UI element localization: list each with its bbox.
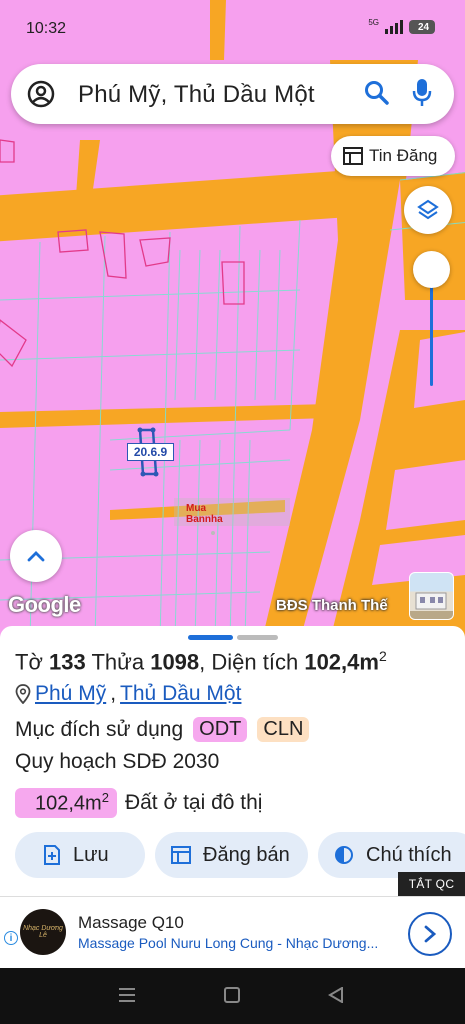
area-breakdown: 102,4m2 Đất ở tại đô thị	[15, 788, 262, 818]
close-ad-button[interactable]: TẮT QC	[398, 872, 465, 896]
search-input[interactable]: Phú Mỹ, Thủ Dầu Một	[78, 81, 315, 109]
tin-dang-label: Tin Đăng	[369, 146, 438, 165]
area-description: Đất ở tại đô thị	[124, 790, 263, 814]
google-logo: Google	[8, 592, 81, 617]
location-separator: ,	[110, 682, 117, 705]
sheet-handle-active[interactable]	[188, 635, 233, 640]
location-pin-icon	[15, 684, 31, 704]
listing-icon	[343, 147, 363, 165]
listing-icon	[171, 846, 191, 864]
battery-icon: 24	[409, 20, 435, 34]
layers-button[interactable]	[404, 186, 452, 234]
add-bookmark-icon	[44, 845, 60, 865]
back-icon[interactable]	[328, 987, 344, 1003]
area-chip: 102,4m2	[15, 788, 117, 818]
network-type: 5G	[368, 17, 379, 27]
city-link[interactable]: Thủ Dầu Một	[120, 682, 241, 706]
sheet-handle-inactive[interactable]	[237, 635, 278, 640]
ad-open-button[interactable]	[408, 912, 452, 956]
expand-up-button[interactable]	[10, 530, 62, 582]
info-icon[interactable]: i	[4, 931, 18, 945]
account-icon[interactable]	[27, 80, 55, 108]
purpose-tag-odt[interactable]: ODT	[193, 717, 248, 742]
ward-link[interactable]: Phú Mỹ	[35, 682, 106, 706]
post-sale-button[interactable]: Đăng bán	[155, 832, 308, 878]
search-icon[interactable]	[364, 80, 390, 106]
ad-description[interactable]: Massage Pool Nuru Long Cung - Nhạc Dương…	[78, 935, 396, 951]
signal-icon	[385, 20, 403, 34]
parcel-location: Phú Mỹ, Thủ Dầu Một	[15, 682, 241, 706]
tin-dang-button[interactable]: Tin Đăng	[331, 136, 455, 176]
chevron-right-icon	[424, 925, 437, 943]
purpose-tag-cln[interactable]: CLN	[257, 717, 310, 742]
ad-title[interactable]: Massage Q10	[78, 913, 184, 933]
parcel-title: Tờ 133 Thửa 1098, Diện tích 102,4m2	[15, 648, 387, 675]
purpose-label: Mục đích sử dụng	[15, 717, 184, 741]
save-button[interactable]: Lưu	[15, 832, 145, 878]
plan-label: Quy hoạch SDĐ 2030	[15, 750, 220, 773]
map-view[interactable]: 10:32 5G 24 Phú Mỹ, Thủ Dầu Một Tin Đăng…	[0, 0, 465, 640]
ad-logo: Nhạc Dương Lê	[20, 909, 66, 955]
status-time: 10:32	[26, 20, 67, 37]
search-bar[interactable]: Phú Mỹ, Thủ Dầu Một	[11, 64, 454, 124]
home-icon[interactable]	[224, 987, 240, 1003]
bds-thumbnail[interactable]	[409, 572, 454, 620]
parcel-number-label[interactable]: 20.6.9	[127, 443, 174, 461]
battery-level: 24	[417, 21, 430, 33]
system-nav-bar	[0, 968, 465, 1024]
building-photo-icon	[410, 592, 453, 619]
layers-icon	[417, 199, 439, 220]
status-icons: 5G 24	[368, 17, 435, 34]
chevron-up-icon	[27, 551, 45, 562]
parcel-info-sheet[interactable]: Tờ 133 Thửa 1098, Diện tích 102,4m2 Phú …	[0, 626, 465, 898]
bds-credit-label: BĐS Thanh Thế	[276, 597, 388, 614]
microphone-icon[interactable]	[412, 78, 432, 108]
ad-banner[interactable]: i Nhạc Dương Lê Massage Q10 Massage Pool…	[0, 896, 465, 968]
recent-apps-icon[interactable]	[118, 988, 136, 1002]
contrast-icon	[335, 846, 353, 864]
watermark-text: Mua Bannha	[186, 503, 223, 525]
status-bar: 10:32 5G 24	[0, 0, 465, 60]
land-use-purpose: Mục đích sử dụng ODT CLN	[15, 717, 310, 742]
opacity-slider-handle[interactable]	[413, 251, 450, 288]
